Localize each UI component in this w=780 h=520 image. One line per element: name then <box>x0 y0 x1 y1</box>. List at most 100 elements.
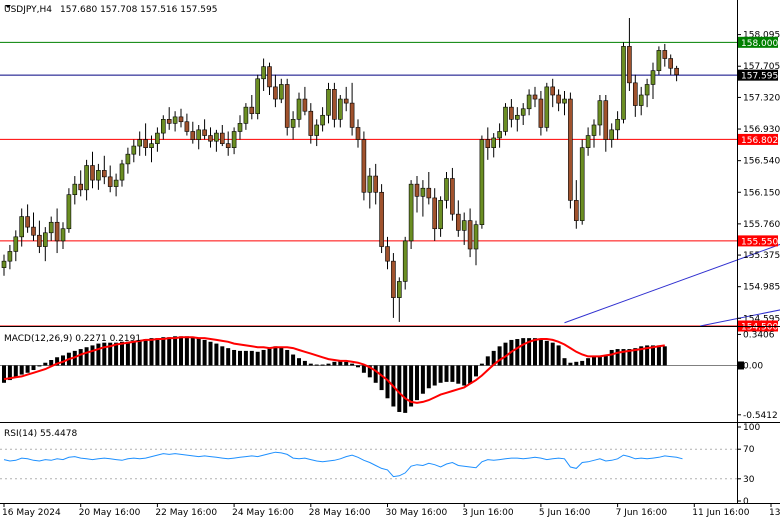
macd-bar <box>238 350 242 366</box>
candle-up <box>438 200 443 230</box>
macd-bar <box>226 348 231 366</box>
macd-bar <box>332 361 337 366</box>
macd-bar <box>273 346 278 366</box>
candle-down <box>343 98 349 104</box>
candle-down <box>302 98 308 112</box>
macd-bar <box>149 338 154 366</box>
macd-bar <box>84 347 89 366</box>
candle-up <box>7 251 13 262</box>
candle-up <box>84 165 89 191</box>
current-price-label: 157.595 <box>741 72 778 82</box>
candle-down <box>31 226 36 236</box>
macd-bar <box>291 354 296 366</box>
candle-down <box>267 66 272 88</box>
time-tick-label: 30 May 16:00 <box>386 508 448 518</box>
candle-up <box>131 145 137 155</box>
candle-up <box>296 98 302 120</box>
candle-up <box>479 139 485 225</box>
candle-up <box>13 236 19 252</box>
candle-up <box>597 100 603 126</box>
macd-bar <box>90 345 95 366</box>
macd-bar <box>184 336 189 366</box>
candle-down <box>603 100 609 140</box>
macd-bar <box>220 346 225 366</box>
price-panel-background <box>0 0 737 326</box>
candle-up <box>96 170 101 181</box>
candle-up <box>579 147 585 221</box>
rsi-tick-label: 30 <box>743 475 755 485</box>
macd-bar <box>568 362 573 366</box>
level-label: 158.000 <box>741 39 778 49</box>
macd-bar <box>580 360 585 366</box>
price-tick-label: 156.540 <box>743 157 780 167</box>
macd-bar <box>438 365 443 383</box>
candle-down <box>414 183 420 197</box>
macd-tick-label: 0.00 <box>743 361 763 371</box>
macd-label: MACD(12,26,9) 0.2271 0.2191 <box>4 334 141 344</box>
macd-bar <box>43 362 48 366</box>
candle-down <box>190 131 196 140</box>
time-tick-label: 13 Jun 16:00 <box>769 508 780 518</box>
candle-down <box>426 187 432 199</box>
chart-canvas: USDJPY,H4 157.680 157.708 157.516 157.59… <box>0 0 780 518</box>
candle-up <box>19 216 25 238</box>
rsi-tick-label: 0 <box>743 497 749 507</box>
macd-bar <box>462 365 467 386</box>
price-panel: USDJPY,H4 157.680 157.708 157.516 157.59… <box>0 0 780 333</box>
rsi-axis: 100 70 30 0 <box>737 423 760 507</box>
candle-up <box>408 183 414 242</box>
candle-down <box>662 50 668 59</box>
candle-up <box>231 131 237 148</box>
candle-up <box>396 281 402 298</box>
macd-bar <box>432 365 437 386</box>
candle-down <box>273 86 278 100</box>
level-label: 155.550 <box>741 237 778 247</box>
macd-bar <box>468 365 473 384</box>
macd-current-marker <box>738 361 744 370</box>
time-tick-label: 16 May 2024 <box>2 508 61 518</box>
price-tick-label: 156.930 <box>743 125 780 135</box>
candle-up <box>461 220 467 231</box>
candle-down <box>220 132 225 144</box>
macd-bar <box>179 336 183 366</box>
candle-down <box>568 98 573 201</box>
candle-up <box>615 119 620 131</box>
macd-bar <box>13 365 18 378</box>
macd-bar <box>202 339 207 366</box>
macd-bar <box>255 351 260 366</box>
candle-up <box>290 119 296 128</box>
macd-bar <box>597 356 602 366</box>
candle-down <box>632 82 638 106</box>
macd-bar <box>361 365 366 373</box>
candle-down <box>184 121 190 132</box>
macd-bar <box>456 365 461 384</box>
macd-bar <box>302 360 307 366</box>
candle-up <box>585 135 591 148</box>
candle-down <box>208 135 213 142</box>
candle-down <box>90 165 95 181</box>
macd-bar <box>603 355 608 366</box>
macd-bar <box>31 365 36 371</box>
candle-up <box>149 143 154 148</box>
macd-bar <box>196 338 201 366</box>
macd-bar <box>96 343 101 366</box>
macd-bar <box>19 365 24 375</box>
macd-bar <box>515 339 520 366</box>
candle-up <box>491 137 497 148</box>
rsi-label: RSI(14) 55.4478 <box>4 429 77 439</box>
candle-down <box>379 191 384 247</box>
macd-bar <box>155 338 160 366</box>
candle-up <box>125 153 131 165</box>
macd-bar <box>574 361 579 366</box>
macd-bar <box>267 348 272 366</box>
candle-down <box>102 170 107 178</box>
candle-down <box>143 139 148 148</box>
candle-up <box>444 178 449 201</box>
macd-bar <box>521 338 526 366</box>
candle-down <box>361 139 367 193</box>
macd-bar <box>114 342 119 366</box>
macd-panel: MACD(12,26,9) 0.2271 0.2191 0.3406 0.00 -0… <box>0 330 778 421</box>
macd-bar <box>556 345 561 366</box>
candle-up <box>473 224 479 250</box>
candle-down <box>467 220 473 250</box>
